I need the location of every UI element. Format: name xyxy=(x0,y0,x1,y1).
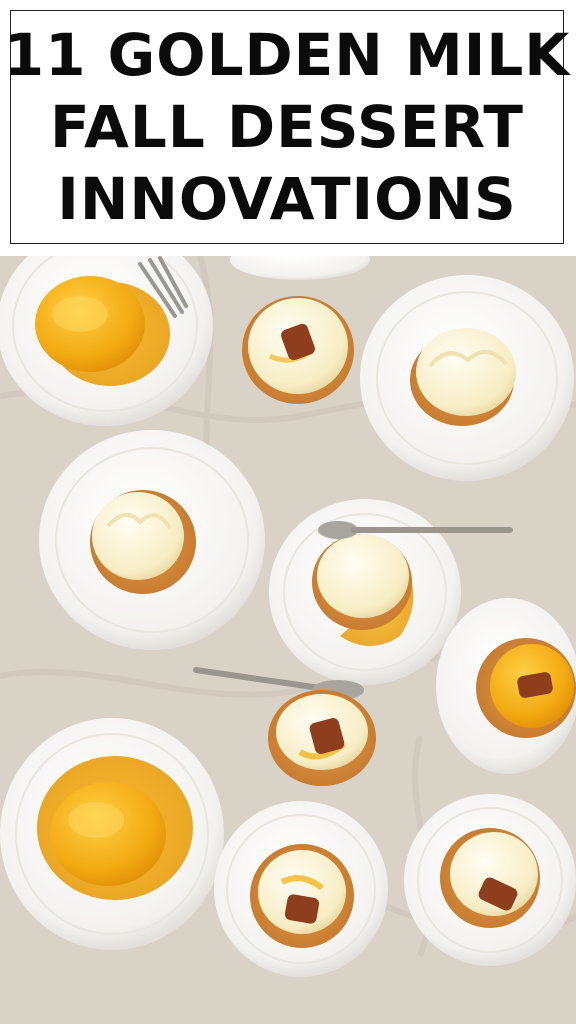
title-banner: 11 GOLDEN MILK FALL DESSERT INNOVATIONS xyxy=(4,10,569,244)
title-line-1: 11 GOLDEN MILK xyxy=(3,21,571,89)
cupcake-plate-top-right xyxy=(360,275,574,481)
title-line-2: FALL DESSERT xyxy=(50,93,524,161)
cupcake-top-middle xyxy=(242,296,354,404)
whipped-cream xyxy=(416,328,516,416)
pecan xyxy=(284,894,320,924)
cupcake-plate-bottom-right xyxy=(404,794,576,966)
cupcake-plate-bottom-center xyxy=(214,801,388,977)
whipped-cream xyxy=(317,534,409,618)
cupcake-plate-middle-left xyxy=(39,430,265,650)
title-line-3: INNOVATIONS xyxy=(57,165,517,233)
custard-plate-bottom-left xyxy=(0,718,224,950)
dessert-photo-svg xyxy=(0,256,576,1024)
dessert-photo xyxy=(0,256,576,1024)
whipped-cream xyxy=(92,492,184,580)
cupcake-plate-right xyxy=(436,598,576,774)
